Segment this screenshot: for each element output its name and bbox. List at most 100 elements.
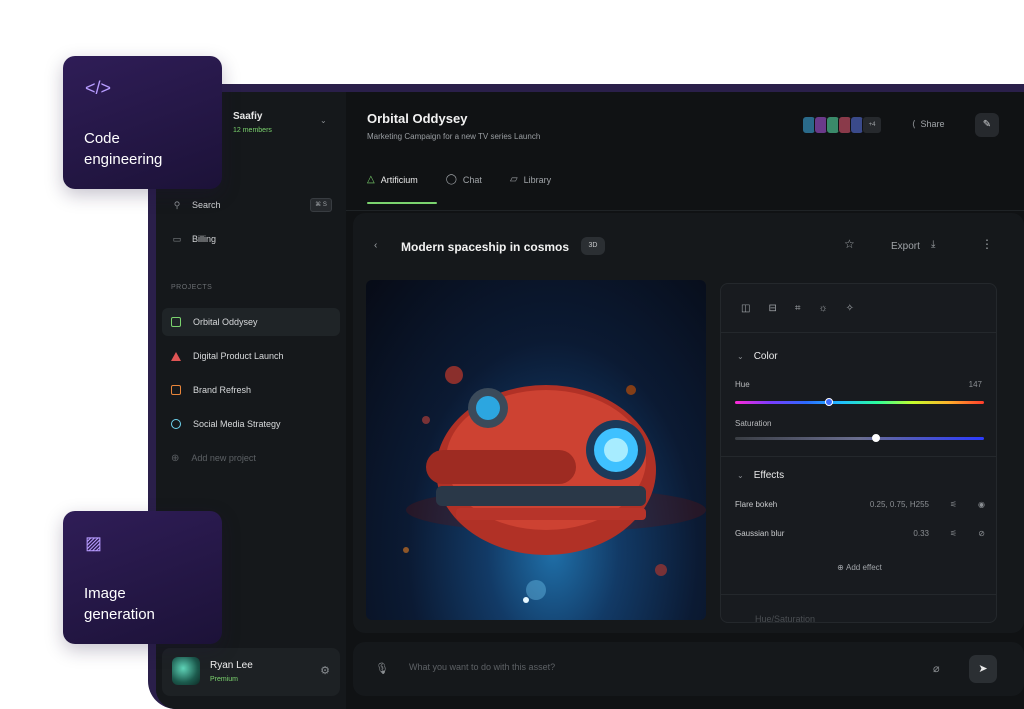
- feature-card-code-engineering: </> Code engineering: [63, 56, 222, 189]
- tab-label: Library: [523, 174, 552, 185]
- magic-wand-icon[interactable]: ✧: [846, 303, 854, 314]
- user-name: Ryan Lee: [210, 660, 253, 671]
- project-item-brand-refresh[interactable]: Brand Refresh: [162, 376, 340, 404]
- tool-bar: ◫ ⊟ ⌗ ☼ ✧: [721, 284, 996, 333]
- feature-card-label-line2: generation: [84, 606, 155, 623]
- effect-value: 0.33: [913, 529, 929, 538]
- back-chevron-icon[interactable]: ‹: [374, 240, 377, 251]
- share-button[interactable]: ⟨ Share: [912, 119, 945, 130]
- send-icon: ➤: [978, 663, 988, 675]
- effect-name: Gaussian blur: [735, 529, 785, 538]
- image-icon: ▨: [85, 533, 103, 553]
- tab-artificium[interactable]: △ Artificium: [367, 174, 418, 185]
- credit-card-icon: ▭: [172, 233, 182, 244]
- user-card[interactable]: Ryan Lee Premium ⚙: [162, 648, 340, 696]
- circle-icon: [171, 419, 181, 429]
- search-nav-item[interactable]: ⚲ Search ⌘ S: [170, 194, 332, 216]
- pencil-icon: ✎: [982, 119, 992, 130]
- project-item-orbital-oddysey[interactable]: Orbital Oddysey: [162, 308, 340, 336]
- active-tab-indicator: [367, 202, 437, 204]
- search-shortcut: ⌘ S: [310, 198, 332, 212]
- tab-label: Chat: [462, 174, 482, 185]
- crop-icon[interactable]: ⌗: [795, 303, 801, 314]
- user-plan: Premium: [210, 676, 239, 683]
- saturation-slider[interactable]: [735, 434, 984, 442]
- effect-row-gaussian-blur[interactable]: Gaussian blur 0.33 ⚟ ⊘: [735, 529, 985, 543]
- divider: [721, 594, 996, 595]
- chevron-down-icon: ⌄: [737, 352, 744, 361]
- billing-label: Billing: [192, 234, 217, 244]
- collaborator-avatars[interactable]: +4: [802, 116, 882, 134]
- billing-nav-item[interactable]: ▭ Billing: [170, 228, 332, 250]
- download-icon[interactable]: ⤓: [931, 239, 935, 250]
- square-icon: [171, 317, 181, 327]
- asset-card: ‹ Modern spaceship in cosmos 3D ☆ Export…: [353, 213, 1024, 633]
- workspace-name[interactable]: Saafiy: [233, 111, 262, 122]
- tab-chat[interactable]: ◯ Chat: [446, 174, 482, 185]
- layout-icon[interactable]: ⊟: [768, 303, 776, 314]
- effects-section-header[interactable]: ⌄ Effects: [737, 470, 784, 481]
- search-icon: ⚲: [173, 199, 181, 210]
- code-icon: </>: [85, 78, 112, 98]
- sliders-icon[interactable]: ⚟: [950, 500, 957, 509]
- chevron-down-icon[interactable]: ⌄: [320, 116, 327, 125]
- plus-circle-icon: ⊕: [837, 563, 844, 572]
- plus-circle-icon: ⊕: [171, 452, 180, 464]
- badge-3d: 3D: [581, 237, 605, 255]
- hue-value: 147: [968, 380, 982, 389]
- spaceship-illustration: [403, 366, 706, 603]
- adjustments-panel: ◫ ⊟ ⌗ ☼ ✧ ⌄ Color Hue 147 Saturation ⌄ E…: [720, 283, 997, 623]
- feature-card-label-line2: engineering: [84, 151, 163, 168]
- edit-button[interactable]: ✎: [975, 113, 999, 137]
- effect-value: 0.25, 0.75, H255: [869, 500, 929, 509]
- slider-thumb[interactable]: [824, 398, 833, 406]
- divider: [346, 210, 1024, 211]
- export-button[interactable]: Export: [891, 241, 920, 252]
- page-subtitle: Marketing Campaign for a new TV series L…: [367, 132, 541, 141]
- color-section-header[interactable]: ⌄ Color: [737, 351, 778, 362]
- hue-label: Hue: [735, 380, 750, 389]
- square-icon: [171, 385, 181, 395]
- feature-card-label-line1: Code: [84, 130, 120, 147]
- more-vertical-icon[interactable]: ⋮: [981, 237, 993, 251]
- saturation-label: Saturation: [735, 419, 772, 428]
- chevron-down-icon: ⌄: [737, 471, 744, 480]
- star-icon[interactable]: ☆: [844, 237, 855, 251]
- eye-off-icon[interactable]: ⊘: [978, 529, 985, 538]
- project-item-digital-product-launch[interactable]: Digital Product Launch: [162, 342, 340, 370]
- send-button[interactable]: ➤: [969, 655, 997, 683]
- add-project-button[interactable]: ⊕ Add new project: [162, 444, 340, 472]
- eye-icon[interactable]: ◉: [978, 500, 985, 509]
- prompt-input[interactable]: [409, 662, 909, 672]
- triangle-icon: △: [367, 174, 375, 185]
- feature-card-label: Image generation: [84, 583, 204, 625]
- add-effect-button[interactable]: ⊕ Add effect: [721, 563, 996, 572]
- tab-label: Artificium: [380, 174, 418, 185]
- hue-slider[interactable]: [735, 398, 984, 406]
- gear-icon[interactable]: ⚙: [320, 664, 330, 677]
- projects-heading: PROJECTS: [171, 284, 213, 291]
- folder-icon: ▱: [509, 174, 518, 185]
- project-label: Digital Product Launch: [193, 351, 284, 361]
- feature-card-label: Code engineering: [84, 128, 204, 170]
- generated-image: [366, 280, 706, 620]
- hue-saturation-section-header[interactable]: Hue/Saturation: [755, 614, 815, 622]
- slider-thumb[interactable]: [871, 434, 880, 442]
- triangle-icon: [171, 351, 181, 361]
- flip-icon[interactable]: ◫: [741, 303, 750, 314]
- sliders-icon[interactable]: ⚟: [950, 529, 957, 538]
- avatar: [172, 657, 200, 685]
- project-item-social-media-strategy[interactable]: Social Media Strategy: [162, 410, 340, 438]
- prompt-bar: 🎙 ⌀ ➤: [353, 642, 1024, 696]
- project-label: Orbital Oddysey: [193, 317, 258, 327]
- tab-library[interactable]: ▱ Library: [510, 174, 551, 185]
- brightness-icon[interactable]: ☼: [818, 303, 827, 314]
- app-window: Saafiy 12 members ⌄ ⚲ Search ⌘ S ▭ Billi…: [156, 92, 1024, 709]
- paperclip-icon[interactable]: ⌀: [933, 662, 940, 675]
- project-label: Brand Refresh: [193, 385, 252, 395]
- divider: [721, 456, 996, 457]
- microphone-icon[interactable]: 🎙: [375, 662, 389, 675]
- effect-row-flare-bokeh[interactable]: Flare bokeh 0.25, 0.75, H255 ⚟ ◉: [735, 500, 985, 514]
- share-icon: ⟨: [912, 119, 916, 129]
- project-label: Social Media Strategy: [193, 419, 281, 429]
